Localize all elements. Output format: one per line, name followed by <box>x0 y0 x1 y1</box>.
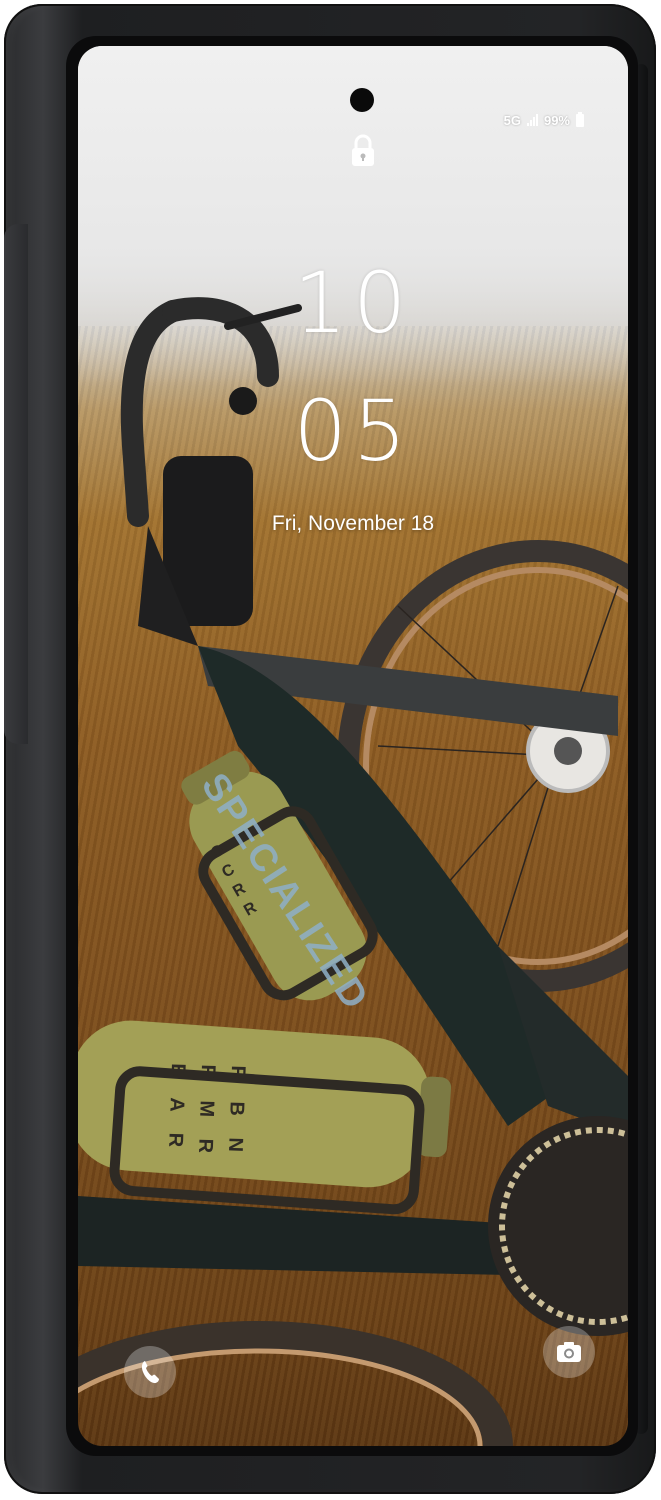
camera-icon <box>557 1342 581 1362</box>
signal-bars-icon <box>526 114 538 126</box>
camera-shortcut-button[interactable] <box>543 1326 595 1378</box>
lock-screen[interactable]: SPECIALIZED G C R R R B N R M R E A R 5G… <box>78 46 628 1446</box>
front-camera-hole <box>350 88 374 112</box>
status-bar: 5G 99% <box>504 110 584 130</box>
phone-shortcut-button[interactable] <box>124 1346 176 1398</box>
clock-minutes: 05 <box>293 382 413 480</box>
lock-screen-date: Fri, November 18 <box>271 512 435 535</box>
phone-icon <box>141 1361 159 1384</box>
lower-bottle-text: R B N R M R E A R <box>163 1062 250 1162</box>
lock-icon <box>352 134 374 166</box>
battery-percent: 99% <box>543 112 570 128</box>
case-side-grip <box>4 224 28 744</box>
network-type: 5G <box>503 112 521 128</box>
clock-hours: 10 <box>293 254 413 352</box>
battery-icon <box>576 111 584 127</box>
